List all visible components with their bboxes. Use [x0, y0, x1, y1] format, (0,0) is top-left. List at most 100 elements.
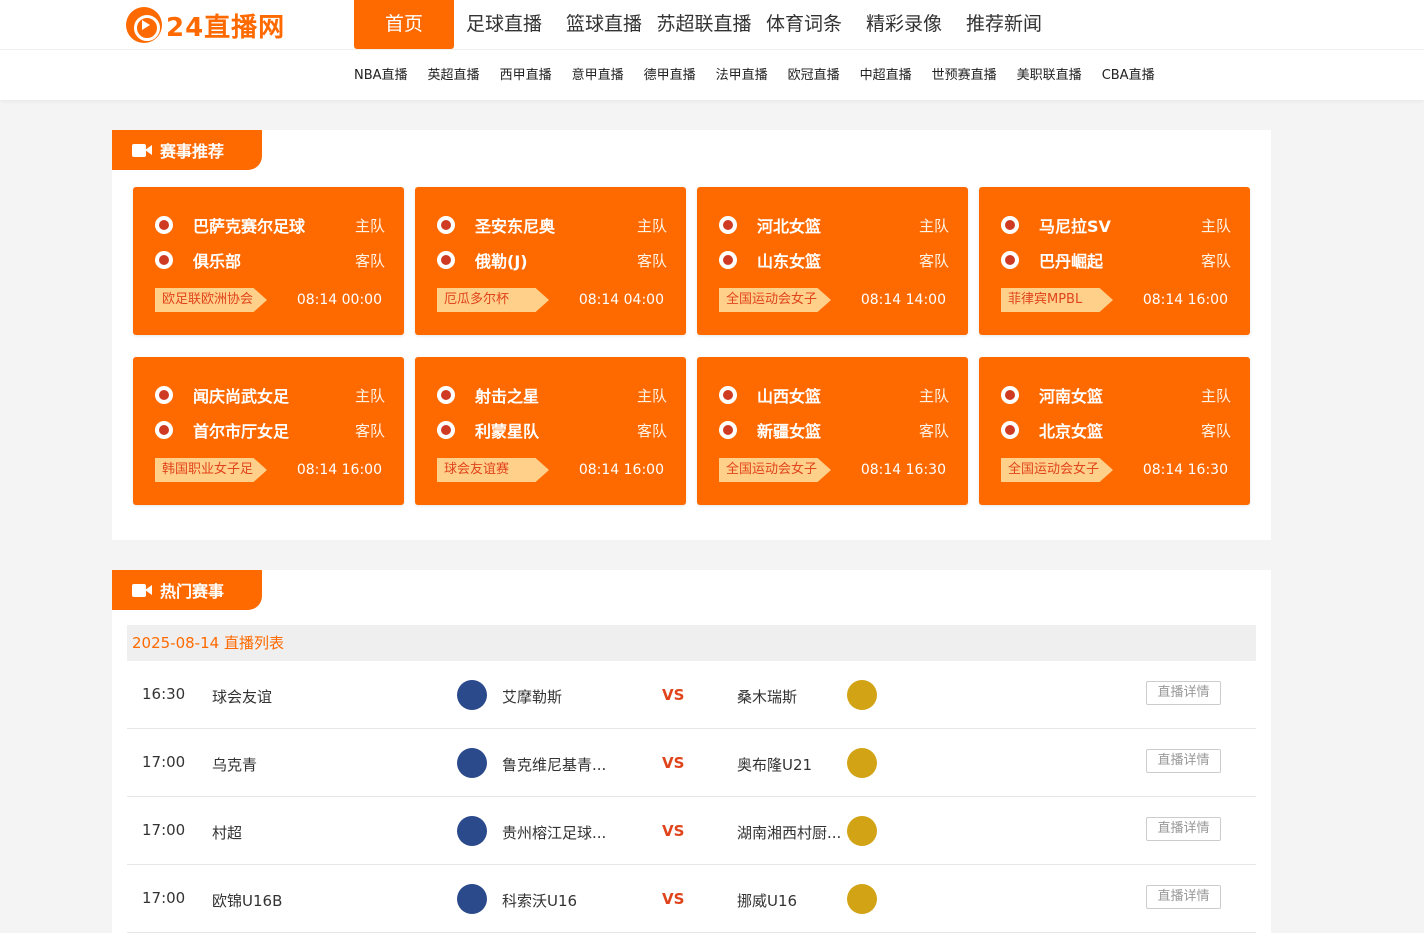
sub-nav-item[interactable]: 中超直播	[860, 66, 912, 86]
home-label: 主队	[354, 386, 385, 405]
nav-basketball-live[interactable]: 篮球直播	[554, 0, 654, 49]
match-card[interactable]: 闻庆尚武女足 主队 首尔市厅女足 客队 韩国职业女子足 08:14 16:00	[133, 357, 404, 505]
home-team-name: 河南女篮	[1039, 387, 1104, 406]
match-card[interactable]: 山西女篮 主队 新疆女篮 客队 全国运动会女子 08:14 16:30	[697, 357, 968, 505]
league-name: 乌克青	[212, 756, 258, 774]
home-label: 主队	[918, 386, 949, 405]
home-team-row: 闻庆尚武女足 主队	[155, 383, 385, 407]
home-team-name: 山西女篮	[757, 387, 822, 406]
nav-sports-terms[interactable]: 体育词条	[754, 0, 854, 49]
sub-nav-item[interactable]: 西甲直播	[500, 66, 552, 86]
live-detail-button[interactable]: 直播详情	[1146, 885, 1221, 909]
home-team-name: 闻庆尚武女足	[193, 387, 290, 406]
league-tag[interactable]: 全国运动会女子	[1001, 458, 1113, 482]
away-team-name: 山东女篮	[757, 252, 822, 271]
away-team-logo-icon	[847, 748, 877, 778]
league-tag[interactable]: 欧足联欧洲协会	[155, 288, 267, 312]
home-label: 主队	[1200, 216, 1231, 235]
logo-text: 24直播网	[166, 12, 286, 43]
nav-news[interactable]: 推荐新闻	[954, 0, 1054, 49]
sub-nav-item[interactable]: 欧冠直播	[788, 66, 840, 86]
match-card[interactable]: 马尼拉SV 主队 巴丹崛起 客队 菲律宾MPBL 08:14 16:00	[979, 187, 1250, 335]
away-team-name: 新疆女篮	[757, 422, 822, 441]
away-label: 客队	[354, 421, 385, 440]
away-team-logo-icon	[847, 816, 877, 846]
match-card[interactable]: 河北女篮 主队 山东女篮 客队 全国运动会女子 08:14 14:00	[697, 187, 968, 335]
match-row[interactable]: 17:00 乌克青 鲁克维尼基青... VS 奥布隆U21 直播详情	[127, 729, 1256, 797]
nav-highlights[interactable]: 精彩录像	[854, 0, 954, 49]
team-badge-icon	[437, 251, 455, 269]
team-badge-icon	[1001, 251, 1019, 269]
team-badge-icon	[155, 251, 173, 269]
nav-suchao-live[interactable]: 苏超联直播	[654, 0, 754, 49]
home-team-logo-icon	[457, 884, 487, 914]
team-badge-icon	[1001, 421, 1019, 439]
league-tag[interactable]: 全国运动会女子	[719, 458, 831, 482]
sub-nav-item[interactable]: 法甲直播	[716, 66, 768, 86]
match-card[interactable]: 射击之星 主队 利蒙星队 客队 球会友谊赛 08:14 16:00	[415, 357, 686, 505]
home-team-row: 马尼拉SV 主队	[1001, 213, 1231, 237]
sub-nav-item[interactable]: CBA直播	[1102, 66, 1155, 86]
team-badge-icon	[155, 216, 173, 234]
away-team-row: 俱乐部 客队	[155, 248, 385, 272]
match-time: 08:14 16:00	[578, 462, 664, 478]
away-team-row: 利蒙星队 客队	[437, 418, 667, 442]
match-row[interactable]: 17:00 村超 贵州榕江足球... VS 湖南湘西村厨... 直播详情	[127, 797, 1256, 865]
sub-nav-item[interactable]: NBA直播	[354, 66, 408, 86]
match-row[interactable]: 16:30 球会友谊 艾摩勒斯 VS 桑木瑞斯 直播详情	[127, 661, 1256, 729]
video-camera-icon	[132, 143, 152, 158]
team-badge-icon	[1001, 386, 1019, 404]
team-badge-icon	[155, 386, 173, 404]
away-team-name: 挪威U16	[737, 892, 798, 910]
home-label: 主队	[636, 386, 667, 405]
nav-home[interactable]: 首页	[354, 0, 454, 49]
team-badge-icon	[719, 386, 737, 404]
team-badge-icon	[719, 251, 737, 269]
live-detail-button[interactable]: 直播详情	[1146, 749, 1221, 773]
league-tag[interactable]: 厄瓜多尔杯	[437, 288, 549, 312]
away-label: 客队	[918, 421, 949, 440]
league-tag[interactable]: 球会友谊赛	[437, 458, 549, 482]
away-label: 客队	[1200, 251, 1231, 270]
away-team-name: 首尔市厅女足	[193, 422, 290, 441]
vs-label: VS	[662, 890, 685, 908]
sub-nav-item[interactable]: 英超直播	[428, 66, 480, 86]
away-team-row: 北京女篮 客队	[1001, 418, 1231, 442]
away-label: 客队	[354, 251, 385, 270]
site-logo[interactable]: 24直播网	[126, 7, 285, 43]
home-team-row: 河北女篮 主队	[719, 213, 949, 237]
match-time: 08:14 14:00	[860, 292, 946, 308]
match-time: 08:14 16:30	[1142, 462, 1228, 478]
sub-nav-item[interactable]: 世预赛直播	[932, 66, 997, 86]
home-team-name: 巴萨克赛尔足球	[193, 217, 306, 236]
match-card[interactable]: 圣安东尼奥 主队 俄勒(J) 客队 厄瓜多尔杯 08:14 04:00	[415, 187, 686, 335]
match-row[interactable]: 17:00 欧锦U16B 科索沃U16 VS 挪威U16 直播详情	[127, 865, 1256, 933]
match-time: 17:00	[142, 821, 186, 839]
sub-nav-item[interactable]: 意甲直播	[572, 66, 624, 86]
home-team-logo-icon	[457, 816, 487, 846]
sub-nav-item[interactable]: 美职联直播	[1017, 66, 1082, 86]
league-name: 球会友谊	[212, 688, 273, 706]
hot-section: 热门赛事 2025-08-14 直播列表 16:30 球会友谊 艾摩勒斯 VS 桑木瑞斯…	[112, 570, 1271, 933]
nav-football-live[interactable]: 足球直播	[454, 0, 554, 49]
sub-nav-item[interactable]: 德甲直播	[644, 66, 696, 86]
away-team-name: 北京女篮	[1039, 422, 1104, 441]
match-card[interactable]: 巴萨克赛尔足球 主队 俱乐部 客队 欧足联欧洲协会 08:14 00:00	[133, 187, 404, 335]
match-time: 17:00	[142, 753, 186, 771]
live-detail-button[interactable]: 直播详情	[1146, 817, 1221, 841]
match-time: 17:00	[142, 889, 186, 907]
match-card[interactable]: 河南女篮 主队北京女篮 客队 全国运动会女子 08:14 16:30	[979, 357, 1250, 505]
league-tag[interactable]: 韩国职业女子足	[155, 458, 267, 482]
home-team-logo-icon	[457, 748, 487, 778]
home-label: 主队	[1200, 386, 1231, 405]
league-tag[interactable]: 全国运动会女子	[719, 288, 831, 312]
team-badge-icon	[1001, 216, 1019, 234]
live-detail-button[interactable]: 直播详情	[1146, 681, 1221, 705]
away-team-name: 巴丹崛起	[1039, 252, 1104, 271]
league-tag[interactable]: 菲律宾MPBL	[1001, 288, 1113, 312]
hot-title: 热门赛事	[160, 582, 225, 601]
main-nav: 首页 足球直播 篮球直播 苏超联直播 体育词条 精彩录像 推荐新闻	[354, 0, 1054, 49]
play-ball-icon	[126, 7, 162, 43]
home-team-logo-icon	[457, 680, 487, 710]
home-team-name: 贵州榕江足球...	[502, 824, 607, 842]
